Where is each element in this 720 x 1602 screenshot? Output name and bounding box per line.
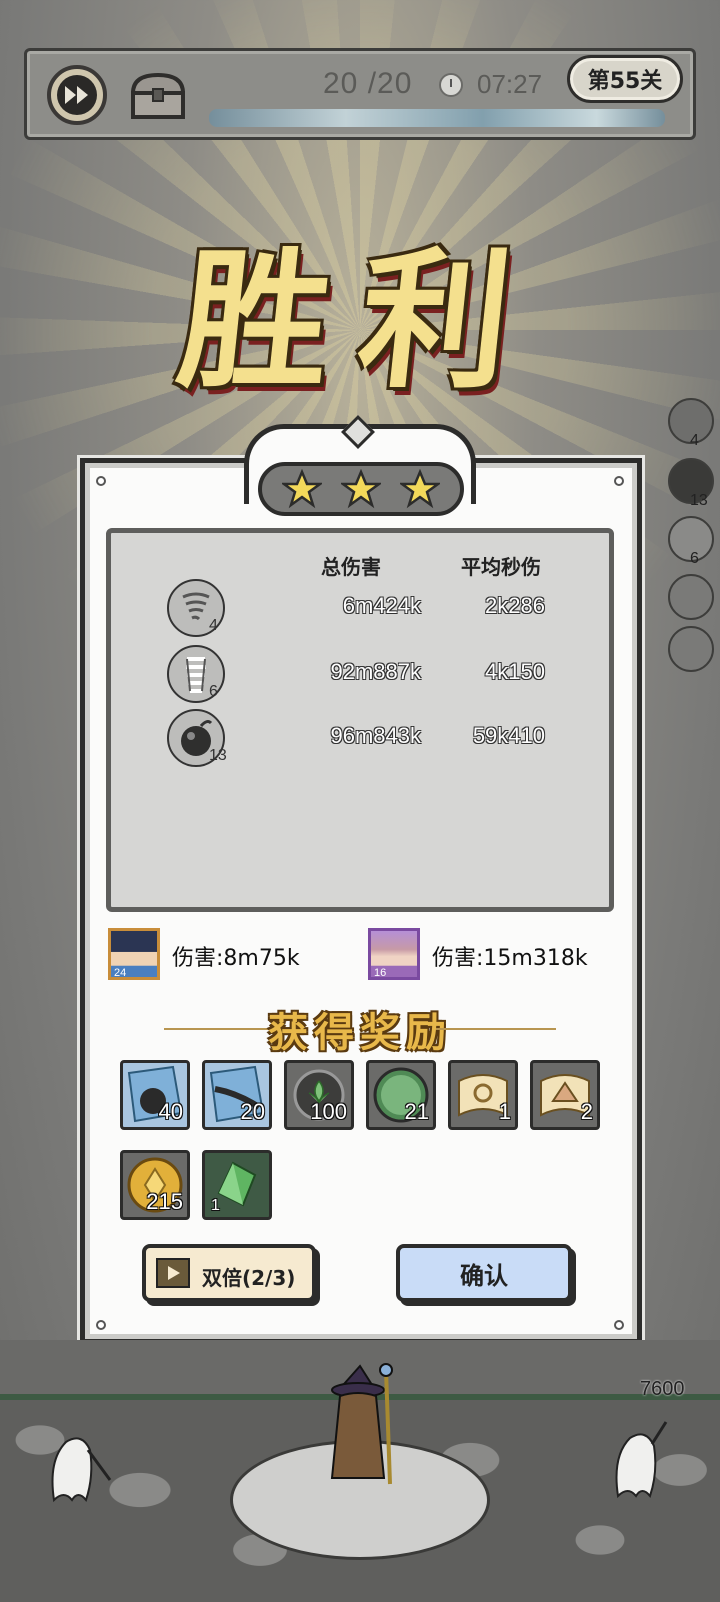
- dps-value: 4k150: [485, 659, 545, 684]
- reward-count: 100: [310, 1099, 347, 1124]
- level-badge: 第55关: [567, 55, 683, 103]
- reward-count: 1: [211, 1197, 220, 1214]
- reward-item[interactable]: 1: [202, 1150, 272, 1220]
- dps-value: 59k410: [472, 723, 545, 748]
- header-avg-dps: 平均秒伤: [461, 555, 541, 579]
- rewards-title: 获得奖励: [268, 1009, 452, 1056]
- ghost-enemy-icon: [615, 1421, 668, 1499]
- damage-stats-box: 总伤害 平均秒伤 4 6m424k 2k286 6 92m887k 4k150 …: [106, 528, 614, 912]
- reward-count: 40: [158, 1099, 183, 1124]
- skill-level: 13: [209, 747, 227, 764]
- reward-item[interactable]: 215: [120, 1150, 190, 1220]
- reward-item[interactable]: 21: [366, 1060, 436, 1130]
- rivet: [96, 1320, 106, 1330]
- total-damage-value: 6m424k: [342, 593, 421, 618]
- reward-count: 215: [146, 1189, 183, 1214]
- reward-count: 1: [498, 1099, 511, 1124]
- battle-timer: 07:27: [477, 69, 543, 99]
- side-skill-empty: [668, 574, 714, 620]
- hero-damage-text: 伤害:8m75k: [172, 946, 300, 971]
- header-total-damage: 总伤害: [321, 555, 381, 579]
- treasure-chest-button[interactable]: [127, 69, 189, 123]
- star-icon: [281, 469, 322, 509]
- stat-row: 4 6m424k 2k286: [111, 579, 609, 645]
- skill-level: 6: [209, 683, 218, 700]
- fast-forward-button[interactable]: [47, 65, 107, 125]
- rivet: [96, 476, 106, 486]
- lightning-progress: [209, 109, 665, 127]
- star-icon: [400, 469, 441, 509]
- side-skill-count: 4: [690, 432, 699, 449]
- side-skill-empty: [668, 626, 714, 672]
- divider-right: [436, 1028, 556, 1030]
- hero-portrait-female[interactable]: 16: [368, 928, 420, 980]
- stat-row: 6 92m887k 4k150: [111, 645, 609, 711]
- ghost-enemy-icon: [51, 1437, 112, 1503]
- total-damage-value: 96m843k: [330, 723, 421, 748]
- rivet: [614, 1320, 624, 1330]
- top-bar: 20 /20 07:27 第55关: [24, 48, 696, 140]
- reward-item[interactable]: 1: [448, 1060, 518, 1130]
- reward-item[interactable]: 2: [530, 1060, 600, 1130]
- reward-count: 20: [240, 1099, 265, 1124]
- double-reward-label: 双倍(2/3): [202, 1266, 296, 1290]
- reward-count: 2: [580, 1099, 593, 1124]
- hero-damage-1: 24 伤害:8m75k: [108, 928, 328, 982]
- wave-counter: 20 /20: [323, 67, 413, 100]
- hero-level: 16: [374, 967, 387, 979]
- treasure-chest-icon: [130, 72, 186, 119]
- skill-level: 4: [209, 617, 218, 634]
- base-hp-value: 7600: [640, 1378, 685, 1400]
- stat-row: 13 96m843k 59k410: [111, 709, 609, 775]
- fast-forward-icon: [65, 86, 88, 104]
- reward-item[interactable]: 40: [120, 1060, 190, 1130]
- star-rating: [258, 462, 464, 516]
- victory-title: 胜利: [170, 233, 550, 409]
- side-skill-count: 6: [690, 550, 699, 567]
- hero-damage-2: 16 伤害:15m318k: [368, 928, 608, 982]
- double-reward-button[interactable]: 双倍(2/3): [142, 1244, 316, 1302]
- rivet: [614, 476, 624, 486]
- total-damage-value: 92m887k: [330, 659, 421, 684]
- hero-portrait-male[interactable]: 24: [108, 928, 160, 980]
- hero-damage-text: 伤害:15m318k: [432, 946, 588, 971]
- reward-item[interactable]: 20: [202, 1060, 272, 1130]
- side-skill-count: 13: [690, 492, 708, 509]
- clock-icon: [439, 73, 463, 97]
- confirm-button[interactable]: 确认: [396, 1244, 572, 1302]
- dps-value: 2k286: [485, 593, 545, 618]
- reward-item[interactable]: 100: [284, 1060, 354, 1130]
- video-icon: [156, 1258, 190, 1288]
- star-icon: [340, 469, 381, 509]
- hero-level: 24: [114, 967, 127, 979]
- wizard-icon: [330, 1363, 393, 1485]
- reward-count: 21: [404, 1099, 429, 1124]
